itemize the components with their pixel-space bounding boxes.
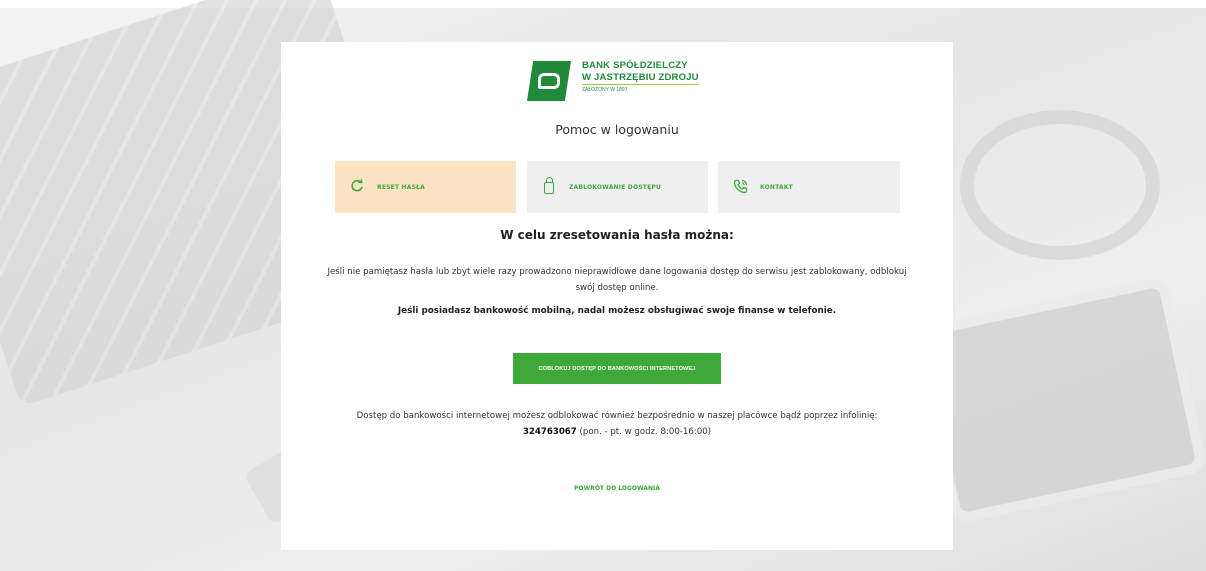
branch-info: Dostęp do bankowości internetowej możesz… bbox=[331, 408, 903, 440]
hotline-number: 324763067 bbox=[522, 427, 577, 437]
refresh-icon bbox=[349, 179, 365, 195]
bank-logo-text: BANK SPÓŁDZIELCZY W JASTRZĘBIU ZDROJU ZA… bbox=[582, 61, 699, 93]
section-heading: W celu zresetowania hasła można: bbox=[500, 228, 734, 242]
bank-logo[interactable]: BANK SPÓŁDZIELCZY W JASTRZĘBIU ZDROJU ZA… bbox=[527, 61, 717, 106]
bank-name-line2: W JASTRZĘBIU ZDROJU bbox=[582, 72, 699, 85]
bank-founded: ZAŁOŻONY W 1897 bbox=[582, 87, 628, 93]
page-title: Pomoc w logowaniu bbox=[555, 122, 679, 137]
info-text: Dostęp do bankowości internetowej możesz… bbox=[356, 411, 878, 421]
info-hours: (pon. - pt. w godz. 8:00-16:00) bbox=[576, 427, 712, 437]
tab-label: ZABLOKOWANIE DOSTĘPU bbox=[569, 183, 662, 191]
phone-icon bbox=[732, 179, 748, 195]
tab-reset-password[interactable]: RESET HASŁA bbox=[335, 161, 516, 213]
background-cup bbox=[960, 110, 1160, 260]
mobile-banking-note: Jeśli posiadasz bankowość mobilną, nadal… bbox=[397, 306, 837, 316]
tab-label: RESET HASŁA bbox=[377, 183, 426, 191]
unlock-access-button[interactable]: ODBLOKUJ DOSTĘP DO BANKOWOŚCI INTERNETOW… bbox=[513, 353, 721, 384]
reset-description: Jeśli nie pamiętasz hasła lub zbyt wiele… bbox=[327, 267, 907, 293]
login-help-card: BANK SPÓŁDZIELCZY W JASTRZĘBIU ZDROJU ZA… bbox=[281, 42, 953, 550]
background-tablet bbox=[912, 275, 1206, 525]
back-to-login-link[interactable]: POWRÓT DO LOGOWANIA bbox=[281, 485, 953, 492]
tab-blocked-access[interactable]: ZABLOKOWANIE DOSTĘPU bbox=[527, 161, 708, 213]
help-tabs: RESET HASŁA ZABLOKOWANIE DOSTĘPU KONTAKT bbox=[335, 161, 900, 213]
bank-name-line1: BANK SPÓŁDZIELCZY bbox=[582, 60, 688, 71]
lock-icon bbox=[541, 177, 557, 195]
tab-label: KONTAKT bbox=[760, 183, 793, 191]
tab-contact[interactable]: KONTAKT bbox=[718, 161, 900, 213]
bank-logo-icon bbox=[527, 61, 571, 101]
